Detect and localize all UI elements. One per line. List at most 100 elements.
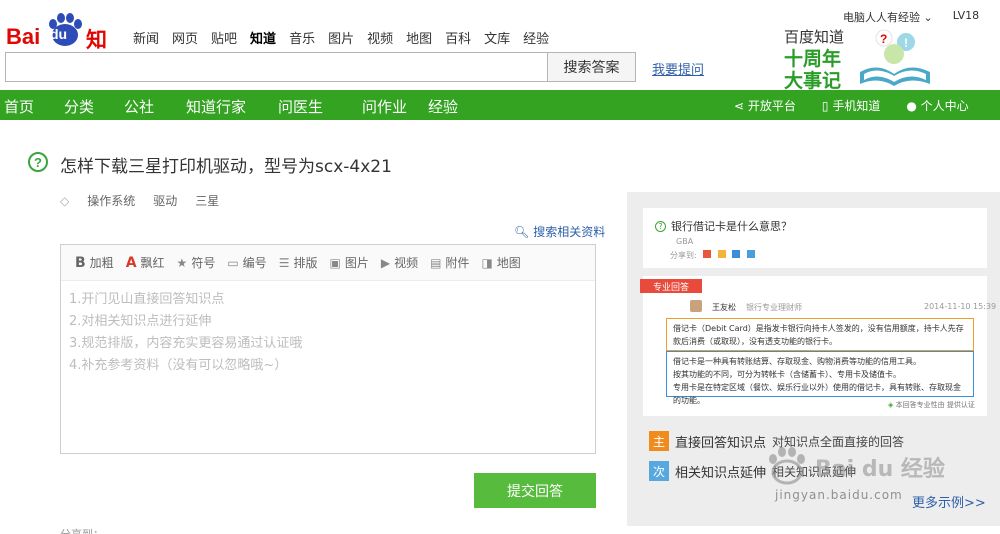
main-nav-item[interactable]: 公社: [124, 96, 186, 117]
shield-icon: ◈: [888, 401, 894, 409]
top-nav-item[interactable]: 贴吧: [211, 28, 237, 47]
search-icon: 🔍︎: [514, 224, 530, 239]
more-examples-link[interactable]: 更多示例>>: [912, 492, 986, 511]
watermark-url: jingyan.baidu.com: [775, 488, 903, 502]
toolbar-highlight-button[interactable]: A 飘红: [126, 254, 165, 271]
top-nav-item[interactable]: 经验: [523, 28, 549, 47]
feature-title: 直接回答知识点: [675, 435, 767, 451]
placeholder-line: 1.开门见山直接回答知识点: [69, 292, 225, 307]
top-nav-item[interactable]: 网页: [172, 28, 198, 47]
main-point-box: 借记卡（Debit Card）是指发卡银行向持卡人签发的，没有信用额度，持卡人先…: [666, 318, 974, 351]
extension-line: 借记卡是一种具有转账结算、存取现金、购物消费等功能的信用工具。: [673, 357, 921, 366]
share-renren-icon: [732, 250, 741, 258]
main-nav-item[interactable]: 首页: [0, 96, 64, 117]
placeholder-line: 2.对相关知识点进行延伸: [69, 314, 212, 329]
toolbar-attachment-button[interactable]: ▤ 附件: [430, 254, 469, 271]
main-nav-item[interactable]: 问作业: [362, 96, 428, 117]
user-level[interactable]: LV18: [953, 9, 979, 25]
feature-title: 相关知识点延伸: [675, 465, 767, 481]
question-tag[interactable]: 驱动: [153, 192, 177, 209]
svg-text:!: !: [904, 36, 908, 50]
watermark-text: Bai du 经验: [815, 457, 945, 482]
chevron-down-icon: ⌄: [923, 11, 933, 24]
tag-icon: ◇: [60, 193, 70, 208]
feature-badge: 次: [649, 461, 669, 481]
toolbar-star-button[interactable]: ★ 符号: [177, 254, 216, 271]
search-answer-button[interactable]: 搜索答案: [547, 52, 636, 82]
image-icon: ▣: [329, 255, 341, 270]
main-nav-item[interactable]: 分类: [64, 96, 124, 117]
search-input[interactable]: [5, 52, 548, 82]
map-icon: ◨: [481, 255, 493, 270]
share-hint: 分享到：: [60, 526, 104, 534]
promo-line-3: 大事记: [784, 70, 842, 92]
baidu-zhidao-logo[interactable]: Bai du 知道: [6, 12, 126, 82]
mobile-zhidao-link[interactable]: ▯ 手机知道: [822, 97, 880, 114]
question-icon-small: ?: [655, 220, 666, 232]
watermark-paw-icon: [769, 447, 805, 485]
extension-box: 借记卡是一种具有转账结算、存取现金、购物消费等功能的信用工具。 按其功能的不同，可…: [666, 351, 974, 405]
question-title: 怎样下载三星打印机驱动，型号为scx-4x21: [60, 157, 392, 177]
example-share: 分享到:: [670, 250, 755, 261]
editor-placeholder: 1.开门见山直接回答知识点 2.对相关知识点进行延伸 3.规范排版，内容充实更容易通…: [69, 289, 302, 377]
open-book-icon: ? !: [860, 29, 930, 86]
share-icon: ⋖: [734, 99, 745, 113]
personal-center-link[interactable]: ● 个人中心: [906, 97, 968, 114]
question-icon: ?: [28, 152, 48, 172]
main-nav-item[interactable]: 问医生: [278, 96, 362, 117]
top-nav-item[interactable]: 视频: [367, 28, 393, 47]
top-nav: 新闻 网页 贴吧 知道 音乐 图片 视频 地图 百科 文库 经验: [133, 28, 549, 47]
placeholder-line: 3.规范排版，内容充实更容易通过认证哦: [69, 336, 303, 351]
svg-text:?: ?: [880, 32, 887, 46]
main-nav-item[interactable]: 知道行家: [186, 96, 278, 117]
bold-icon: B: [75, 254, 86, 271]
user-icon: ●: [906, 99, 917, 113]
answer-date: 2014-11-10 15:39: [924, 302, 997, 311]
anniversary-promo[interactable]: 百度知道 十周年 大事记 ? !: [784, 24, 934, 92]
main-nav: 首页 分类 公社 知道行家 问医生 问作业 经验: [0, 96, 488, 117]
toolbar-map-button[interactable]: ◨ 地图: [481, 254, 520, 271]
list-icon: ☰: [278, 255, 290, 270]
toolbar-numbering-button[interactable]: ▭ 编号: [227, 254, 266, 271]
top-nav-item[interactable]: 文库: [484, 28, 510, 47]
username-dropdown[interactable]: 电脑人人有经验 ⌄: [843, 9, 933, 25]
top-nav-item[interactable]: 图片: [328, 28, 354, 47]
attachment-icon: ▤: [430, 255, 442, 270]
phone-icon: ▯: [821, 99, 829, 113]
open-platform-link[interactable]: ⋖ 开放平台: [734, 97, 796, 114]
feature-badge: 主: [649, 431, 669, 451]
editor-toolbar: B 加粗 A 飘红 ★ 符号 ▭ 编号 ☰ 排版 ▣ 图片 ▶ 视频 ▤ 附件 ◨ 地图: [61, 245, 595, 281]
toolbar-bold-button[interactable]: B 加粗: [75, 254, 114, 271]
video-icon: ▶: [380, 255, 391, 270]
user-bar: 电脑人人有经验 ⌄ LV18: [843, 9, 979, 25]
top-nav-item[interactable]: 新闻: [133, 28, 159, 47]
question-tags: ◇ 操作系统 驱动 三星: [60, 192, 219, 209]
submit-answer-button[interactable]: 提交回答: [474, 473, 596, 508]
example-question-title: ? 银行借记卡是什么意思？: [655, 218, 792, 234]
toolbar-video-button[interactable]: ▶ 视频: [381, 254, 418, 271]
question-tag[interactable]: 操作系统: [87, 192, 135, 209]
logo-bai-text: Bai: [6, 24, 41, 49]
share-weibo-icon: [703, 250, 712, 258]
right-nav: ⋖ 开放平台 ▯ 手机知道 ● 个人中心: [734, 97, 969, 114]
search-related-link[interactable]: 🔍︎ 搜索相关资料: [514, 223, 605, 240]
highlight-icon: A: [125, 254, 137, 271]
main-nav-item[interactable]: 经验: [428, 96, 488, 117]
answerer-info: 王友松 银行专业理财师: [690, 300, 802, 313]
star-icon: ★: [176, 255, 188, 270]
example-tag: GBA: [676, 237, 694, 246]
pro-answer-badge: 专业回答: [640, 279, 702, 293]
toolbar-list-button[interactable]: ☰ 排版: [279, 254, 318, 271]
toolbar-image-button[interactable]: ▣ 图片: [329, 254, 368, 271]
ask-question-link[interactable]: 我要提问: [652, 59, 704, 78]
avatar: [690, 300, 702, 312]
share-qzone-icon: [717, 250, 726, 258]
top-nav-item[interactable]: 百科: [445, 28, 471, 47]
top-nav-item[interactable]: 音乐: [289, 28, 315, 47]
answer-editor[interactable]: B 加粗 A 飘红 ★ 符号 ▭ 编号 ☰ 排版 ▣ 图片 ▶ 视频 ▤ 附件 ◨ 地图 1.开门见山直接回答知识…: [60, 244, 596, 454]
certification-note: ◈ 本回答专业性由 提供认证: [888, 401, 975, 409]
extension-line: 按其功能的不同，可分为转帐卡（含储蓄卡）、专用卡及储值卡。: [673, 370, 901, 379]
top-nav-item[interactable]: 地图: [406, 28, 432, 47]
top-nav-item[interactable]: 知道: [250, 28, 276, 47]
question-tag[interactable]: 三星: [195, 192, 219, 209]
